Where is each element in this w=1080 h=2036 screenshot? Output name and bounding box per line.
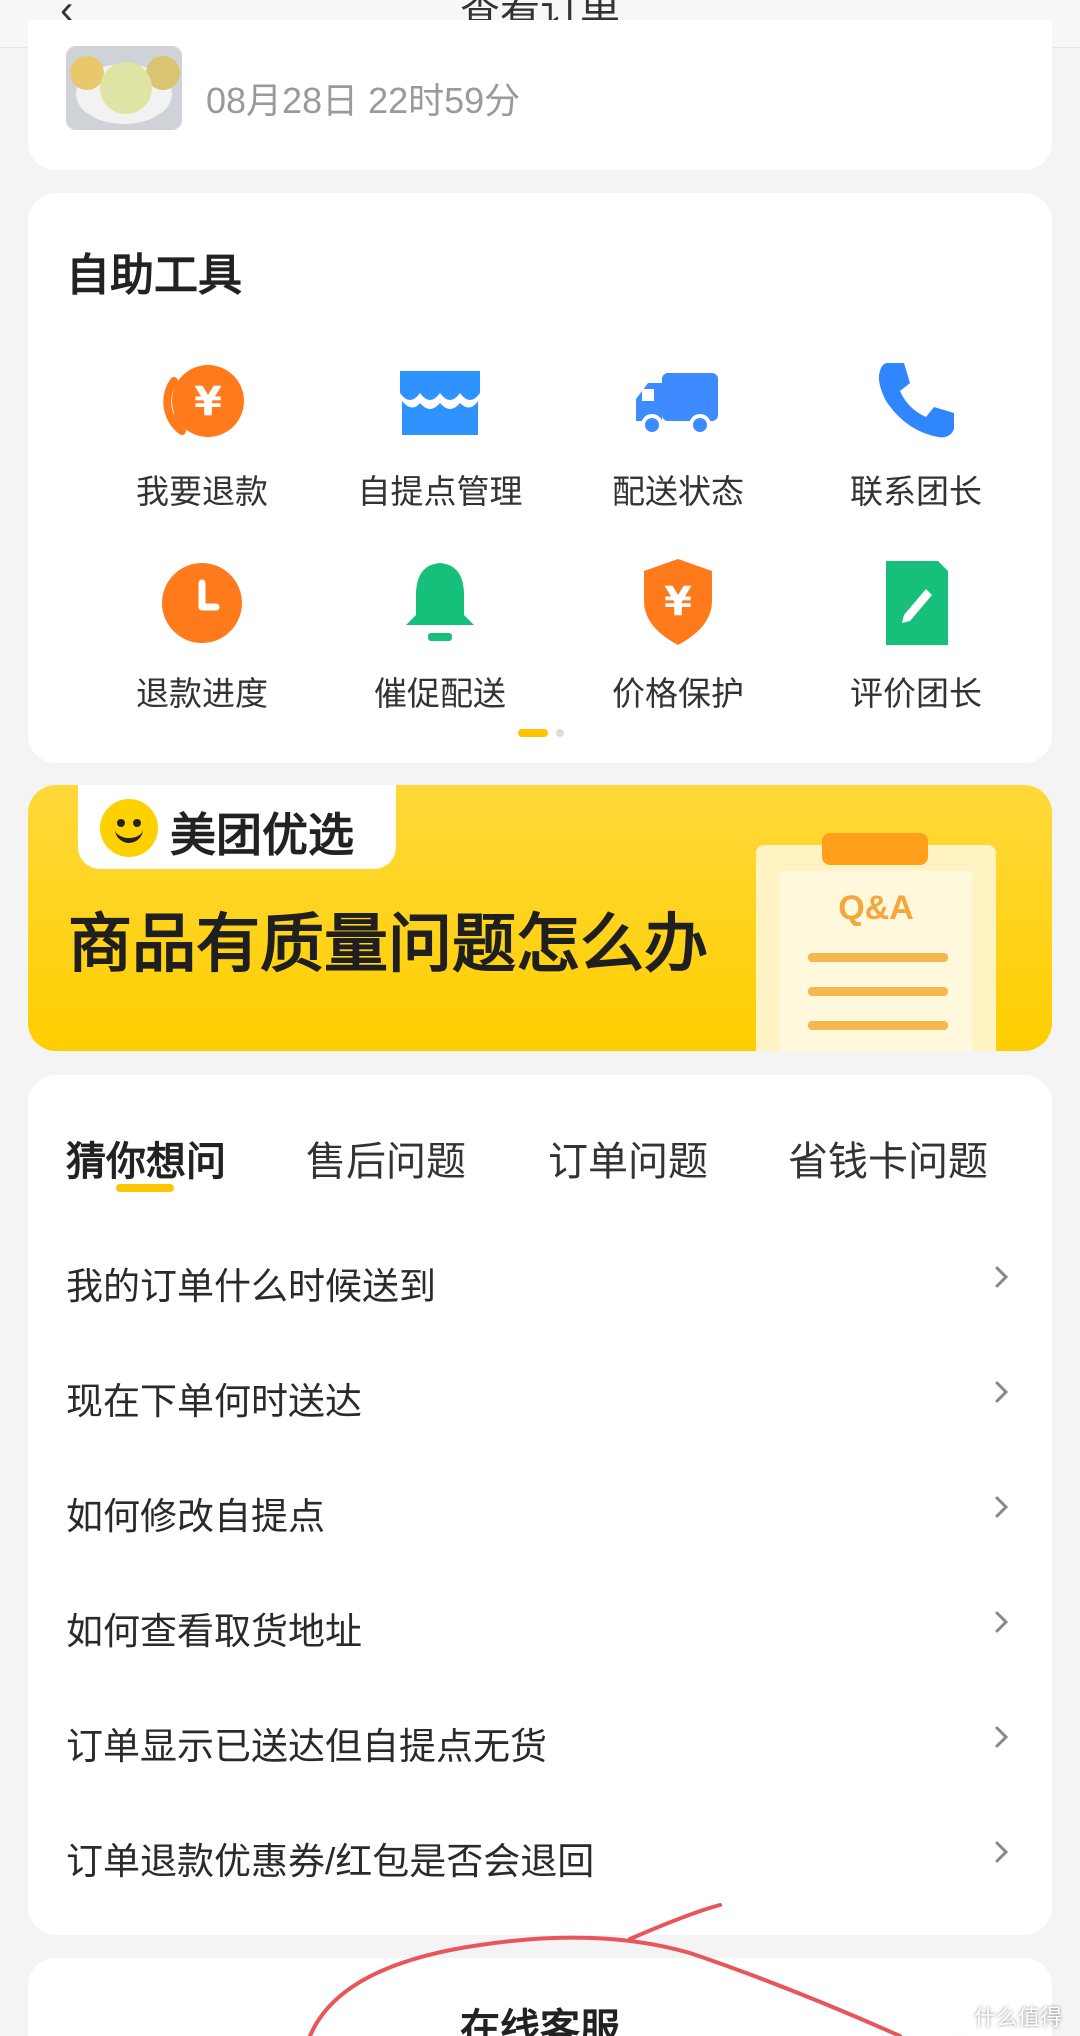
online-service-card[interactable]: 在线客服 [28, 1958, 1052, 2036]
faq-item[interactable]: 我的订单什么时候送到 [28, 1220, 1052, 1335]
shield-yen-icon: ¥ [628, 553, 728, 653]
edit-note-icon [866, 553, 966, 653]
tool-price-protection[interactable]: ¥ 价格保护 [558, 553, 798, 715]
tab-guess[interactable]: 猜你想问 [66, 1129, 226, 1187]
quality-issue-banner[interactable]: 美团优选 商品有质量问题怎么办 Q&A [28, 785, 1052, 1051]
watermark-logo-icon [948, 2008, 970, 2031]
refund-yen-icon: ¥ [152, 351, 252, 451]
svg-text:¥: ¥ [194, 379, 222, 425]
chevron-right-icon [995, 1841, 1009, 1863]
active-tab-indicator [116, 1184, 174, 1192]
order-time: 08月28日 22时59分 [206, 80, 521, 121]
tool-refund[interactable]: ¥ 我要退款 [82, 351, 322, 513]
brand-name: 美团优选 [170, 809, 354, 861]
bell-icon [390, 553, 490, 653]
tab-after-sales[interactable]: 售后问题 [306, 1129, 466, 1187]
faq-item[interactable]: 现在下单何时送达 [28, 1335, 1052, 1450]
tool-pickup-point-manage[interactable]: 自提点管理 [320, 351, 560, 513]
phone-icon [866, 351, 966, 451]
tool-rate-leader[interactable]: 评价团长 [796, 553, 1036, 715]
smiley-bag-icon [100, 799, 158, 857]
faq-card: 猜你想问 售后问题 订单问题 省钱卡问题 我的订单什么时候送到 现在下单何时送达… [28, 1075, 1052, 1935]
tab-order[interactable]: 订单问题 [548, 1129, 708, 1187]
banner-headline: 商品有质量问题怎么办 [68, 908, 708, 980]
chevron-right-icon [995, 1726, 1009, 1748]
chevron-right-icon [995, 1496, 1009, 1518]
clipboard-qa-icon: Q&A [756, 833, 996, 1051]
faq-item[interactable]: 订单显示已送达但自提点无货 [28, 1680, 1052, 1795]
online-service-button[interactable]: 在线客服 [28, 1996, 1052, 2036]
tools-title: 自助工具 [66, 251, 242, 300]
tool-contact-leader[interactable]: 联系团长 [796, 351, 1036, 513]
faq-item[interactable]: 订单退款优惠券/红包是否会退回 [28, 1795, 1052, 1910]
svg-text:¥: ¥ [664, 579, 692, 625]
chevron-right-icon [995, 1611, 1009, 1633]
tool-urge-delivery[interactable]: 催促配送 [320, 553, 560, 715]
store-icon [390, 351, 490, 451]
tab-savings-card[interactable]: 省钱卡问题 [788, 1129, 988, 1187]
order-summary-card[interactable]: 08月28日 22时59分 [28, 20, 1052, 170]
faq-tabs: 猜你想问 售后问题 订单问题 省钱卡问题 [28, 1075, 1052, 1195]
self-service-tools-card: 自助工具 ¥ 我要退款 自提点管理 配送状态 联系团长 退款进度 催促配送 ¥ … [28, 193, 1052, 763]
tool-refund-progress[interactable]: 退款进度 [82, 553, 322, 715]
faq-item[interactable]: 如何查看取货地址 [28, 1565, 1052, 1680]
tool-delivery-status[interactable]: 配送状态 [558, 351, 798, 513]
brand-tag: 美团优选 [78, 785, 396, 869]
faq-item[interactable]: 如何修改自提点 [28, 1450, 1052, 1565]
chevron-right-icon [995, 1381, 1009, 1403]
product-thumbnail [66, 46, 182, 130]
clock-icon [152, 553, 252, 653]
chevron-right-icon [995, 1266, 1009, 1288]
truck-icon [628, 351, 728, 451]
site-watermark: 什么值得买 [948, 2000, 1080, 2036]
